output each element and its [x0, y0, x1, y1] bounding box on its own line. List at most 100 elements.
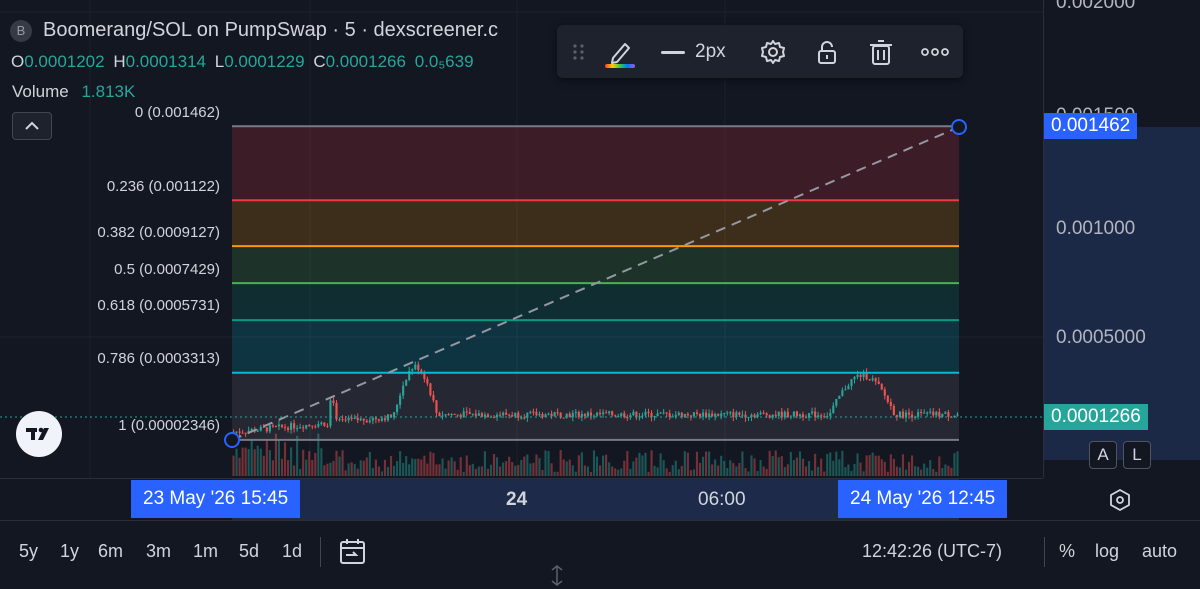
auto-scale-button[interactable]: A — [1089, 441, 1117, 469]
volume-bar — [523, 456, 526, 476]
candle-body — [859, 374, 862, 378]
candle-body — [474, 413, 477, 416]
drag-handle-icon[interactable] — [565, 38, 593, 66]
lock-scale-button[interactable]: L — [1123, 441, 1151, 469]
clock-timezone[interactable]: 12:42:26 (UTC-7) — [862, 541, 1002, 562]
range-5y[interactable]: 5y — [19, 541, 38, 562]
volume-bar — [550, 463, 553, 476]
volume-bar — [862, 471, 865, 476]
range-3m[interactable]: 3m — [146, 541, 171, 562]
candle-body — [386, 414, 390, 421]
fib-anchor-end[interactable] — [951, 119, 967, 135]
volume-bar — [517, 464, 520, 476]
range-1d[interactable]: 1d — [282, 541, 302, 562]
volume-bar — [829, 452, 832, 476]
volume-bar — [611, 466, 614, 476]
volume-bar — [502, 462, 505, 476]
candle-body — [635, 411, 638, 418]
volume-bar — [408, 464, 411, 476]
candle-body — [695, 412, 699, 414]
line-color-button[interactable] — [603, 38, 637, 68]
symbol-title[interactable]: Boomerang/SOL on PumpSwap · 5 · dexscree… — [43, 19, 498, 42]
volume-bar — [268, 450, 271, 476]
candle-body — [271, 425, 274, 427]
candle-body — [368, 420, 371, 423]
range-6m[interactable]: 6m — [98, 541, 123, 562]
candle-body — [241, 432, 244, 434]
candle-body — [438, 412, 441, 417]
volume-bar — [571, 465, 574, 476]
volume-bar — [717, 465, 720, 476]
time-axis[interactable]: 23 May '26 15:45 24 06:00 24 May '26 12:… — [0, 478, 1130, 521]
auto-scale-toggle[interactable]: auto — [1142, 541, 1177, 562]
tradingview-logo[interactable] — [16, 411, 62, 457]
volume-bar — [386, 467, 390, 476]
volume-bar — [765, 468, 768, 476]
volume-bar — [544, 450, 547, 476]
candle-body — [792, 411, 795, 417]
open-value: 0.0001202 — [24, 52, 105, 71]
candle-body — [944, 412, 947, 414]
lock-icon[interactable] — [813, 38, 841, 66]
price-axis[interactable]: 0.002000 0.001500 0.001462 0.001000 0.00… — [1043, 0, 1200, 478]
candle-body — [571, 413, 574, 418]
line-width-button[interactable]: 2px — [659, 38, 739, 66]
volume-bar — [889, 454, 892, 476]
trash-icon[interactable] — [867, 38, 895, 66]
volume-bar — [474, 468, 477, 476]
candle-body — [523, 417, 526, 419]
volume-bar — [865, 455, 868, 476]
volume-bar — [735, 466, 738, 476]
candle-body — [795, 411, 798, 417]
volume-bar — [344, 470, 347, 476]
candle-body — [383, 418, 387, 421]
volume-bar — [901, 454, 905, 476]
percent-scale-toggle[interactable]: % — [1059, 541, 1075, 562]
more-icon[interactable] — [919, 38, 951, 66]
volume-bar — [508, 456, 511, 476]
volume-bar — [689, 470, 692, 476]
resize-handle-icon[interactable] — [548, 565, 566, 587]
log-scale-toggle[interactable]: log — [1095, 541, 1119, 562]
hexagon-settings-icon[interactable] — [1107, 487, 1133, 513]
volume-bar — [795, 457, 798, 476]
bottom-toolbar: 5y 1y 6m 3m 1m 5d 1d 12:42:26 (UTC-7) % … — [0, 520, 1200, 589]
volume-bar — [814, 453, 817, 476]
gear-icon[interactable] — [759, 38, 787, 66]
chart-pane[interactable]: B Boomerang/SOL on PumpSwap · 5 · dexscr… — [0, 0, 1043, 478]
volume-bar — [417, 458, 420, 476]
fib-end-time-badge: 24 May '26 12:45 — [838, 480, 1008, 518]
volume-bar — [320, 448, 323, 476]
volume-bar — [459, 457, 462, 476]
range-1m[interactable]: 1m — [193, 541, 218, 562]
range-1y[interactable]: 1y — [60, 541, 79, 562]
volume-bar — [789, 452, 792, 476]
candle-body — [617, 415, 620, 417]
candle-body — [602, 412, 605, 415]
candle-body — [689, 415, 692, 417]
volume-bar — [235, 448, 238, 476]
fib-anchor-start[interactable] — [224, 432, 240, 448]
candle-body — [365, 420, 368, 423]
candle-body — [671, 416, 674, 418]
fib-start-time-badge: 23 May '26 15:45 — [131, 480, 301, 518]
candle-body — [320, 422, 323, 425]
fib-label-0236: 0.236 (0.001122) — [106, 178, 220, 195]
volume-bar — [514, 465, 517, 476]
candle-body — [720, 413, 723, 416]
candle-body — [947, 412, 950, 417]
volume-bar — [283, 442, 287, 476]
volume-bar — [868, 455, 871, 476]
calendar-goto-icon[interactable] — [338, 537, 368, 567]
candle-body — [747, 416, 750, 418]
candle-body — [462, 411, 465, 418]
high-value: 0.0001314 — [125, 52, 206, 71]
range-5d[interactable]: 5d — [239, 541, 259, 562]
volume-bar — [377, 466, 380, 476]
volume-bar — [429, 451, 432, 476]
volume-bar — [426, 463, 429, 476]
candle-body — [308, 424, 311, 426]
volume-bar — [489, 464, 493, 476]
volume-bar — [738, 462, 741, 476]
candle-body — [396, 404, 399, 413]
